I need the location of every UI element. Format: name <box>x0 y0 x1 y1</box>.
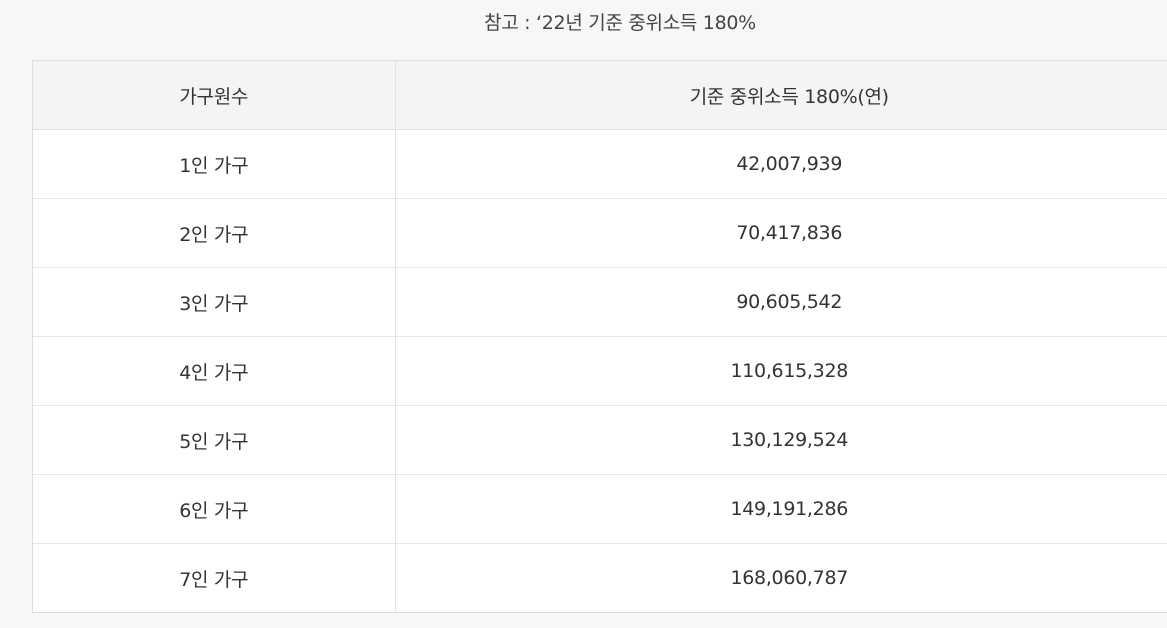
table-caption: 참고 : ‘22년 기준 중위소득 180% <box>484 12 756 34</box>
income-cell: 168,060,787 <box>730 567 849 589</box>
table-row: 6인 가구 149,191,286 <box>33 474 1167 544</box>
income-cell: 90,605,542 <box>395 267 1167 337</box>
median-income-table: 가구원수 기준 중위소득 180%(연) 1인 가구 42,007,939 2인… <box>33 61 1167 612</box>
table-header: 가구원수 기준 중위소득 180%(연) <box>33 61 1167 130</box>
table-body: 1인 가구 42,007,939 2인 가구 70,417,836 3인 가구 … <box>33 129 1167 612</box>
income-cell: 70,417,836 <box>395 198 1167 268</box>
household-size-cell: 1인 가구 <box>33 129 396 199</box>
table-row: 3인 가구 90,605,542 <box>33 267 1167 337</box>
header-income: 기준 중위소득 180%(연) <box>395 61 1167 130</box>
income-table-container: 가구원수 기준 중위소득 180%(연) 1인 가구 42,007,939 2인… <box>32 60 1167 613</box>
household-size-cell: 3인 가구 <box>33 267 396 337</box>
household-size-cell: 4인 가구 <box>33 336 396 406</box>
header-household-size: 가구원수 <box>33 61 396 130</box>
household-size-cell: 7인 가구 <box>33 543 396 612</box>
table-row: 4인 가구 110,615,328 <box>33 336 1167 406</box>
table-row: 2인 가구 70,417,836 <box>33 198 1167 268</box>
income-cell: 149,191,286 <box>395 474 1167 544</box>
income-cell: 130,129,524 <box>395 405 1167 475</box>
income-cell: 110,615,328 <box>395 336 1167 406</box>
household-size-cell: 2인 가구 <box>33 198 396 268</box>
table-row: 1인 가구 42,007,939 <box>33 129 1167 199</box>
table-row: 7인 가구 168,060,787 <box>33 543 1167 612</box>
income-cell: 42,007,939 <box>395 129 1167 199</box>
household-size-cell: 6인 가구 <box>33 474 396 544</box>
table-row: 5인 가구 130,129,524 <box>33 405 1167 475</box>
household-size-cell: 5인 가구 <box>33 405 396 475</box>
page: 참고 : ‘22년 기준 중위소득 180% 가구원수 기준 중위소득 180%… <box>0 0 1167 628</box>
header-row: 가구원수 기준 중위소득 180%(연) <box>33 61 1167 130</box>
